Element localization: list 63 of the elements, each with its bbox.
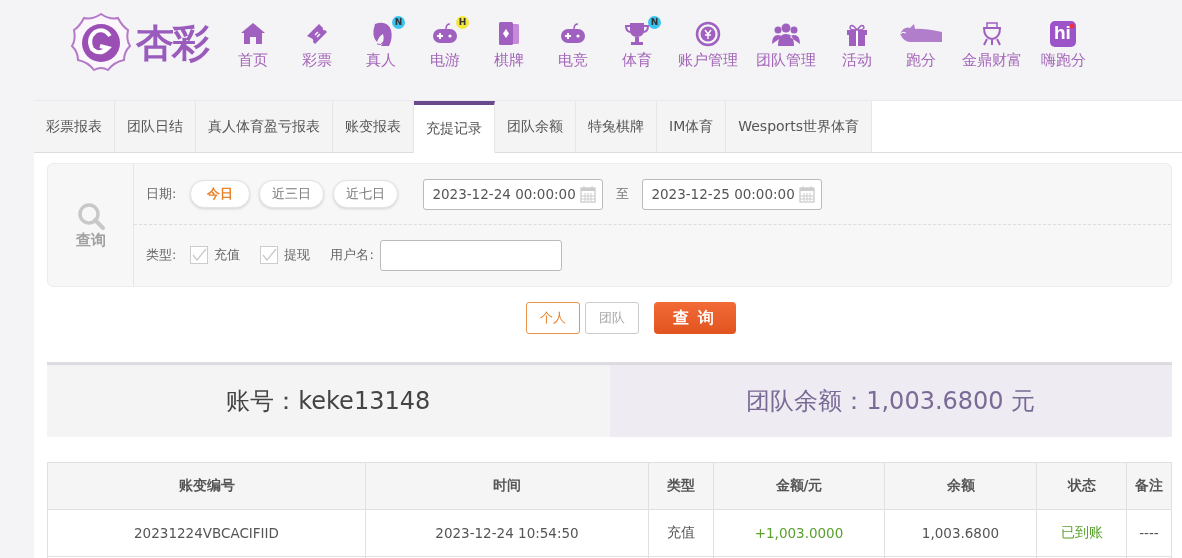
column-header: 账变编号 [47,462,366,510]
logo-icon [70,12,132,74]
nav-item[interactable]: 团队管理 [756,20,816,70]
tab[interactable]: 团队日结 [115,101,196,153]
team-balance-text: 团队余额：1,003.6800 元 [746,386,1036,417]
app-logo-icon: hi [1049,20,1077,48]
tab[interactable]: 特兔棋牌 [576,101,657,153]
column-header: 余额 [884,462,1037,510]
calendar-icon [799,185,816,203]
table-cell: ---- [1126,509,1172,557]
badge: N [648,16,661,29]
account-text: 账号：keke13148 [226,386,431,417]
checkbox-label: 充值 [214,246,241,264]
nav-item[interactable]: 首页 [230,20,276,70]
date-field[interactable]: 2023-12-25 00:00:00 [642,178,823,210]
column-header: 状态 [1036,462,1127,510]
date-range-button[interactable]: 近七日 [333,180,399,208]
calendar-icon [580,185,597,203]
scope-button[interactable]: 个人 [525,302,580,334]
table-cell: 充值 [648,509,714,557]
yen-coin-icon [694,20,722,48]
nav-item[interactable]: 棋牌 [486,20,532,70]
table-cell: 1,003.6800 [884,509,1037,557]
tab[interactable]: 团队余额 [495,101,576,153]
search-label: 查询 [75,230,106,250]
checkbox[interactable] [260,246,279,264]
query-button[interactable]: 查 询 [653,302,736,334]
nav-item[interactable]: 金鼎财富 [962,20,1022,70]
tab[interactable]: Wesports世界体育 [726,101,873,153]
badge: N [392,16,405,29]
table-cell: +1,003.0000 [713,509,885,557]
tab[interactable]: 账变报表 [333,101,414,153]
date-range-button[interactable]: 近三日 [259,180,325,208]
date-label: 日期: [146,185,177,203]
nav-item[interactable]: 彩票 [294,20,340,70]
table-cell: 20231224VBCACIFIID [47,509,366,557]
table-cell: 已到账 [1036,509,1127,557]
trophy-icon [623,20,651,48]
column-header: 备注 [1126,462,1172,510]
tab[interactable]: 真人体育盈亏报表 [196,101,333,153]
username-label: 用户名: [330,246,374,264]
search-icon [75,200,106,231]
nav-item[interactable]: 活动 [834,20,880,70]
nav-item[interactable]: 跑分 [898,20,944,70]
checkbox[interactable] [190,246,209,264]
tab[interactable]: 彩票报表 [34,101,115,153]
nav-item[interactable]: 电竞 [550,20,596,70]
column-header: 时间 [365,462,649,510]
badge: H [456,16,469,29]
date-separator: 至 [616,185,630,203]
tab[interactable]: 充提记录 [414,101,495,153]
column-header: 金额/元 [713,462,885,510]
nav-item[interactable]: 账户管理 [678,20,738,70]
type-label: 类型: [146,246,177,264]
username-field[interactable] [379,239,562,271]
checkbox-label: 提现 [284,246,311,264]
date-range-button[interactable]: 今日 [190,180,251,208]
date-field[interactable]: 2023-12-24 00:00:00 [423,178,604,210]
tab[interactable]: IM体育 [657,101,727,153]
column-header: 类型 [648,462,714,510]
nav-item[interactable]: hi 嗨跑分 [1040,20,1086,70]
logo-text: 杏彩 [136,18,208,67]
table-cell: 2023-12-24 10:54:50 [365,509,649,557]
